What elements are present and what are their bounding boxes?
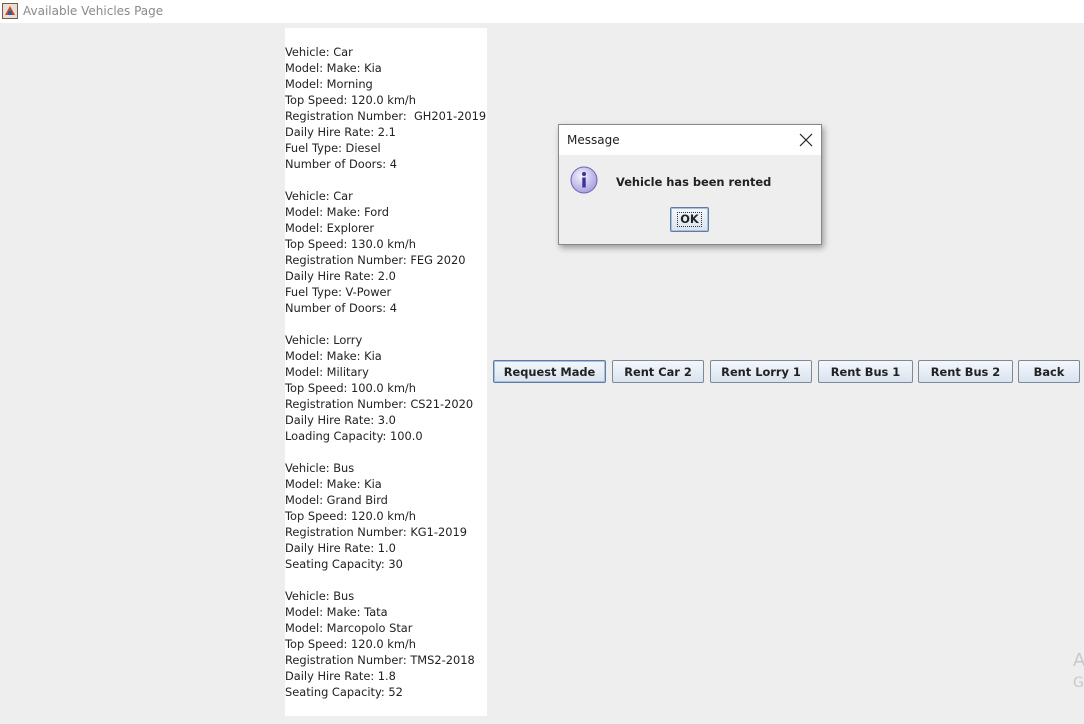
vehicle-entry: Vehicle: Car Model: Make: Kia Model: Mor… bbox=[285, 44, 487, 172]
vehicle-line: Registration Number: GH201-2019 bbox=[285, 109, 487, 123]
vehicle-entry: Vehicle: Car Model: Make: Ford Model: Ex… bbox=[285, 188, 487, 316]
vehicle-line: Model: Make: Kia bbox=[285, 349, 382, 363]
vehicle-line: Registration Number: FEG 2020 bbox=[285, 253, 466, 267]
vehicle-line: Top Speed: 120.0 km/h bbox=[285, 637, 416, 651]
ok-button-label: OK bbox=[677, 212, 702, 227]
watermark-line-1: A bbox=[1073, 650, 1084, 671]
vehicle-line: Model: Morning bbox=[285, 77, 373, 91]
vehicle-line: Number of Doors: 4 bbox=[285, 157, 398, 171]
vehicle-line: Registration Number: TMS2-2018 bbox=[285, 653, 475, 667]
ok-button[interactable]: OK bbox=[670, 207, 709, 232]
rent-car-2-button[interactable]: Rent Car 2 bbox=[612, 360, 704, 383]
vehicle-line: Daily Hire Rate: 2.1 bbox=[285, 125, 396, 139]
vehicle-line: Daily Hire Rate: 2.0 bbox=[285, 269, 396, 283]
vehicle-line: Seating Capacity: 52 bbox=[285, 685, 403, 699]
vehicle-line: Top Speed: 120.0 km/h bbox=[285, 93, 416, 107]
vehicle-line: Model: Make: Kia bbox=[285, 477, 382, 491]
info-icon bbox=[569, 165, 599, 195]
java-app-icon bbox=[2, 3, 18, 19]
dialog-title-bar[interactable]: Message bbox=[559, 125, 821, 155]
vehicle-list-text-area[interactable]: Vehicle: Car Model: Make: Kia Model: Mor… bbox=[285, 28, 487, 716]
app-window: Available Vehicles Page Vehicle: Car Mod… bbox=[0, 0, 1084, 724]
rent-bus-1-button[interactable]: Rent Bus 1 bbox=[818, 360, 913, 383]
request-made-button[interactable]: Request Made bbox=[493, 360, 606, 383]
message-dialog: Message Vehicle has been rented OK bbox=[558, 124, 822, 245]
vehicle-line: Model: Marcopolo Star bbox=[285, 621, 413, 635]
title-bar: Available Vehicles Page bbox=[0, 0, 1084, 23]
vehicle-entry: Vehicle: Bus Model: Make: Kia Model: Gra… bbox=[285, 460, 487, 572]
vehicle-line: Fuel Type: V-Power bbox=[285, 285, 392, 299]
vehicle-entry: Vehicle: Bus Model: Make: Tata Model: Ma… bbox=[285, 588, 487, 700]
back-button[interactable]: Back bbox=[1018, 360, 1080, 383]
vehicle-line: Daily Hire Rate: 3.0 bbox=[285, 413, 396, 427]
vehicle-entry: Vehicle: Lorry Model: Make: Kia Model: M… bbox=[285, 332, 487, 444]
vehicle-line: Model: Make: Kia bbox=[285, 61, 382, 75]
windows-activation-watermark: A G bbox=[1073, 650, 1084, 694]
vehicle-line: Top Speed: 130.0 km/h bbox=[285, 237, 416, 251]
dialog-message: Vehicle has been rented bbox=[616, 175, 772, 189]
vehicle-line: Model: Grand Bird bbox=[285, 493, 388, 507]
rent-bus-2-button[interactable]: Rent Bus 2 bbox=[918, 360, 1013, 383]
vehicle-line: Top Speed: 120.0 km/h bbox=[285, 509, 416, 523]
dialog-title: Message bbox=[567, 133, 620, 147]
vehicle-line: Model: Explorer bbox=[285, 221, 375, 235]
rent-lorry-1-button[interactable]: Rent Lorry 1 bbox=[710, 360, 812, 383]
vehicle-line: Registration Number: CS21-2020 bbox=[285, 397, 474, 411]
vehicle-line: Vehicle: Car bbox=[285, 45, 353, 59]
close-icon[interactable] bbox=[797, 131, 815, 149]
vehicle-line: Daily Hire Rate: 1.0 bbox=[285, 541, 396, 555]
vehicle-line: Model: Military bbox=[285, 365, 369, 379]
vehicle-line: Top Speed: 100.0 km/h bbox=[285, 381, 416, 395]
vehicle-line: Model: Make: Tata bbox=[285, 605, 388, 619]
vehicle-line: Model: Make: Ford bbox=[285, 205, 389, 219]
vehicle-line: Fuel Type: Diesel bbox=[285, 141, 381, 155]
vehicle-line: Registration Number: KG1-2019 bbox=[285, 525, 467, 539]
watermark-line-2: G bbox=[1073, 675, 1084, 691]
vehicle-line: Loading Capacity: 100.0 bbox=[285, 429, 423, 443]
vehicle-line: Daily Hire Rate: 1.8 bbox=[285, 669, 396, 683]
vehicle-line: Vehicle: Bus bbox=[285, 589, 355, 603]
vehicle-line: Vehicle: Lorry bbox=[285, 333, 363, 347]
vehicle-line: Vehicle: Car bbox=[285, 189, 353, 203]
vehicle-line: Seating Capacity: 30 bbox=[285, 557, 403, 571]
vehicle-line: Vehicle: Bus bbox=[285, 461, 355, 475]
vehicle-line: Number of Doors: 4 bbox=[285, 301, 398, 315]
window-title: Available Vehicles Page bbox=[23, 4, 164, 18]
